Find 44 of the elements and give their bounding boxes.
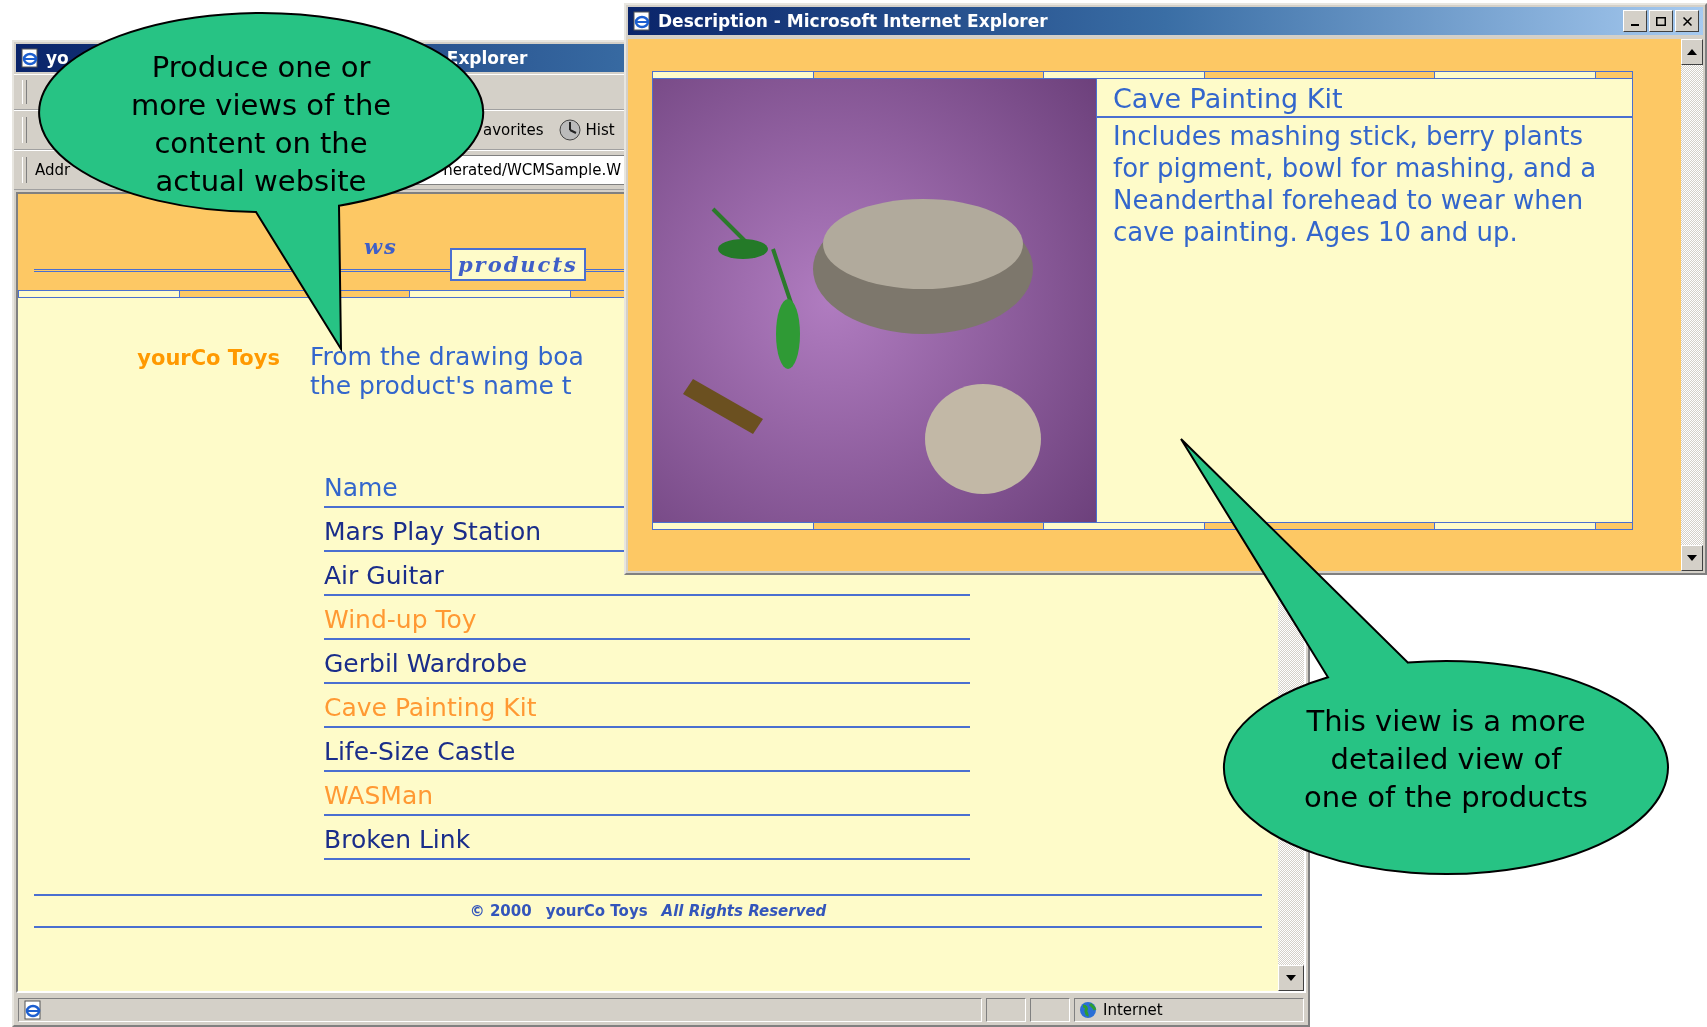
- product-link[interactable]: Broken Link: [324, 825, 471, 854]
- callout-text: This view is a more detailed view of one of the products: [1303, 703, 1589, 816]
- zone-label: Internet: [1103, 1001, 1163, 1019]
- product-link[interactable]: Air Guitar: [324, 561, 444, 590]
- caret-up-icon: [1687, 49, 1697, 55]
- close-button[interactable]: [1675, 10, 1699, 32]
- browser-icon: [20, 48, 40, 68]
- status-panel: [1030, 998, 1070, 1022]
- site-logo: yourCo Toys: [136, 345, 280, 372]
- window-title: Description - Microsoft Internet Explorer: [658, 11, 1048, 31]
- browser-icon: [632, 11, 652, 31]
- rights-text: All Rights Reserved: [661, 902, 827, 920]
- copyright-text: © 2000: [469, 902, 532, 920]
- maximize-button[interactable]: [1649, 10, 1673, 32]
- browser-icon: [23, 1000, 43, 1020]
- caret-down-icon: [1286, 975, 1296, 981]
- address-label: Addr: [35, 161, 71, 179]
- caret-down-icon: [1687, 555, 1697, 561]
- scroll-down-button[interactable]: [1681, 545, 1703, 571]
- nav-tab[interactable]: ws: [356, 230, 406, 263]
- product-link[interactable]: Mars Play Station: [324, 517, 542, 546]
- product-link[interactable]: Life-Size Castle: [324, 737, 516, 766]
- status-panel: [986, 998, 1026, 1022]
- product-link[interactable]: Gerbil Wardrobe: [324, 649, 528, 678]
- history-button[interactable]: Hist: [557, 118, 615, 142]
- product-heading: Cave Painting Kit: [1097, 79, 1632, 118]
- column-header: Name: [324, 473, 398, 502]
- clock-icon: [557, 118, 582, 142]
- window-title: yo: [46, 48, 69, 68]
- scroll-down-button[interactable]: [1278, 965, 1304, 991]
- company-name: yourCo Toys: [545, 902, 648, 920]
- window-title: Explorer: [446, 48, 528, 68]
- globe-icon: [1079, 1001, 1097, 1019]
- close-icon: [1682, 16, 1692, 26]
- intro-text: From the drawing boa the product's name t: [310, 342, 584, 400]
- maximize-icon: [1656, 16, 1666, 26]
- scrollbar[interactable]: [1681, 39, 1703, 571]
- scroll-up-button[interactable]: [1681, 39, 1703, 65]
- favorites-button[interactable]: avorites: [483, 121, 544, 139]
- product-description: Includes mashing stick, berry plants for pigment, bowl for mashing, and a Neanderthal forehead to wear when cave painting. Ages 10 and up.: [1112, 120, 1598, 249]
- nav-tab[interactable]: products: [449, 248, 586, 281]
- callout-text: Produce one or more views of the content on the actual website: [129, 49, 393, 200]
- minimize-icon: [1631, 24, 1639, 26]
- minimize-button[interactable]: [1623, 10, 1647, 32]
